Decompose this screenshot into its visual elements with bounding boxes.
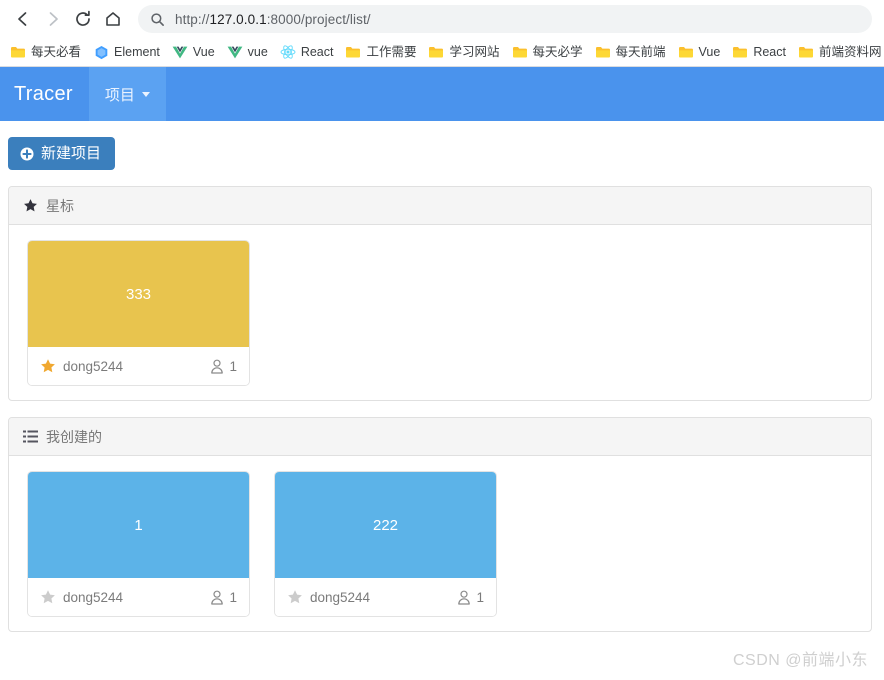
bookmark-label: Vue [192, 44, 215, 59]
bookmark-label: 学习网站 [449, 44, 500, 59]
folder-icon [678, 44, 694, 60]
folder-icon [732, 44, 748, 60]
home-icon[interactable] [98, 4, 128, 34]
project-owner: dong5244 [310, 589, 371, 605]
member-count-value: 1 [476, 589, 484, 605]
project-owner: dong5244 [63, 589, 124, 605]
list-icon [23, 429, 38, 444]
project-member-count: 1 [457, 590, 484, 605]
folder-icon [798, 44, 814, 60]
address-bar[interactable]: http://127.0.0.1:8000/project/list/ [138, 5, 872, 33]
reload-icon[interactable] [68, 4, 98, 34]
bookmark-item[interactable]: 学习网站 [422, 41, 505, 63]
bookmark-item[interactable]: Vue [672, 41, 727, 63]
person-icon [210, 590, 224, 605]
page-content: 新建项目 星标 333 dong5244 1 我创建的 1 dong5244 1… [0, 121, 884, 632]
bookmark-label: 每天必学 [532, 44, 583, 59]
bookmark-item[interactable]: 前端资料网 [792, 41, 884, 63]
project-member-count: 1 [210, 359, 237, 374]
back-arrow-icon[interactable] [8, 4, 38, 34]
plus-circle-icon [20, 147, 34, 161]
project-card-cover[interactable]: 1 [28, 472, 249, 578]
bookmark-label: Element [114, 44, 160, 59]
vue-logo-icon [227, 44, 243, 60]
folder-icon [345, 44, 361, 60]
bookmark-item[interactable]: 每天前端 [589, 41, 672, 63]
bookmark-label: 每天必看 [31, 44, 82, 59]
bookmark-item[interactable]: 每天必看 [4, 41, 87, 63]
nav-tab-projects[interactable]: 项目 [88, 67, 166, 121]
project-card-footer: dong5244 1 [28, 578, 249, 616]
project-card-cover[interactable]: 222 [275, 472, 496, 578]
app-navbar: Tracer 项目 [0, 67, 884, 121]
folder-icon [512, 44, 528, 60]
panel-created-by-me-header: 我创建的 [9, 418, 871, 456]
browser-toolbar: http://127.0.0.1:8000/project/list/ [0, 0, 884, 38]
app-brand[interactable]: Tracer [0, 67, 89, 121]
element-logo-icon [93, 44, 109, 60]
bookmark-item[interactable]: 每天必学 [506, 41, 589, 63]
bookmark-label: Vue [698, 44, 721, 59]
star-icon[interactable] [287, 589, 303, 605]
person-icon [210, 359, 224, 374]
new-project-label: 新建项目 [41, 145, 102, 162]
person-icon [457, 590, 471, 605]
project-card-footer: dong5244 1 [275, 578, 496, 616]
project-member-count: 1 [210, 590, 237, 605]
bookmark-item[interactable]: vue [221, 41, 274, 63]
project-card-name: 1 [134, 516, 143, 534]
panel-created-by-me: 我创建的 1 dong5244 1 222 dong5244 1 [8, 417, 872, 632]
star-icon[interactable] [40, 589, 56, 605]
forward-arrow-icon[interactable] [38, 4, 68, 34]
bookmark-item[interactable]: React [274, 41, 340, 63]
project-owner: dong5244 [63, 358, 124, 374]
project-card[interactable]: 333 dong5244 1 [27, 240, 250, 386]
new-project-button[interactable]: 新建项目 [8, 137, 116, 170]
bookmark-label: 每天前端 [615, 44, 666, 59]
project-card[interactable]: 1 dong5244 1 [27, 471, 250, 617]
bookmark-item[interactable]: Element [87, 41, 166, 63]
bookmark-label: React [753, 44, 786, 59]
project-card-name: 222 [372, 516, 399, 534]
chevron-down-icon [141, 91, 150, 97]
panel-created-by-me-title: 我创建的 [46, 428, 102, 445]
star-icon [23, 198, 38, 213]
folder-icon [10, 44, 26, 60]
member-count-value: 1 [229, 589, 237, 605]
bookmark-item[interactable]: 工作需要 [339, 41, 422, 63]
project-card[interactable]: 222 dong5244 1 [274, 471, 497, 617]
folder-icon [595, 44, 611, 60]
bookmark-label: React [300, 44, 334, 59]
bookmark-item[interactable]: React [726, 41, 792, 63]
bookmark-label: 工作需要 [366, 44, 417, 59]
panel-starred-body: 333 dong5244 1 [9, 225, 871, 400]
panel-created-by-me-body: 1 dong5244 1 222 dong5244 1 [9, 456, 871, 631]
search-icon [150, 12, 165, 27]
folder-icon [428, 44, 444, 60]
bookmarks-bar: 每天必看 Element Vue vue React 工作需要 学习网站 每天必… [0, 38, 884, 67]
panel-starred: 星标 333 dong5244 1 [8, 186, 872, 401]
bookmark-label: 前端资料网 [818, 44, 882, 59]
bookmark-item[interactable]: Vue [166, 41, 221, 63]
nav-tab-label: 项目 [104, 86, 135, 104]
panel-starred-title: 星标 [46, 197, 74, 214]
vue-logo-icon [172, 44, 188, 60]
star-icon[interactable] [40, 358, 56, 374]
project-card-name: 333 [125, 285, 152, 303]
project-card-cover[interactable]: 333 [28, 241, 249, 347]
react-logo-icon [280, 44, 296, 60]
member-count-value: 1 [229, 358, 237, 374]
watermark: CSDN @前端小东 [732, 652, 868, 669]
panel-starred-header: 星标 [9, 187, 871, 225]
address-bar-url: http://127.0.0.1:8000/project/list/ [175, 11, 371, 27]
bookmark-label: vue [247, 44, 268, 59]
project-card-footer: dong5244 1 [28, 347, 249, 385]
